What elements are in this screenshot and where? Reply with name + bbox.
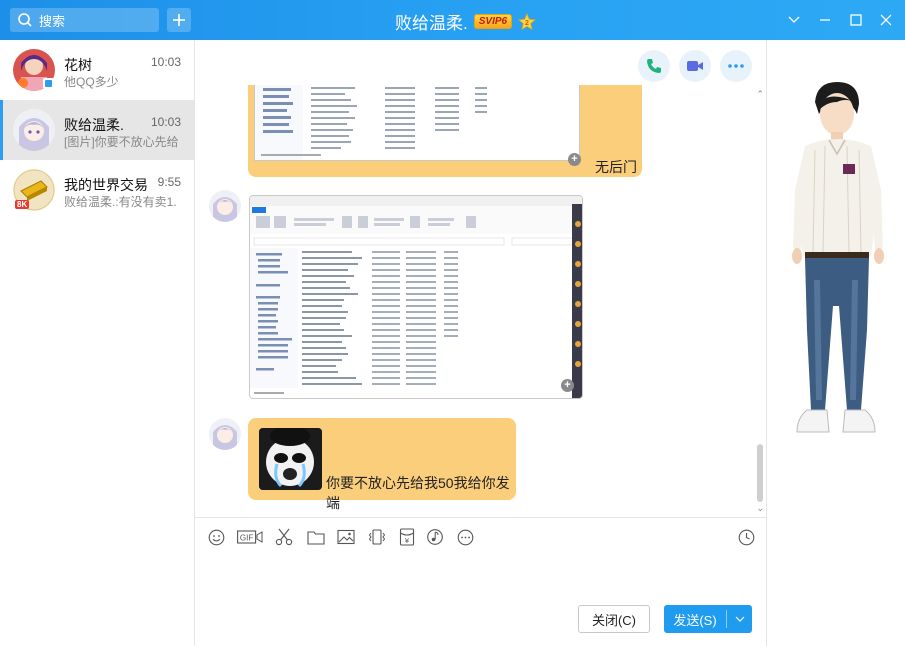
svg-text:GIF: GIF (240, 533, 253, 542)
music-button[interactable] (425, 527, 445, 547)
gif-icon: GIF (237, 530, 263, 544)
chat-panel: + 无后门 + 你要不放心先给我50我给你发端 ⌃ ⌄ GIF ¥ 关闭(C) … (195, 40, 766, 646)
message-bubble: 你要不放心先给我50我给你发端 (248, 418, 516, 511)
music-icon (427, 529, 443, 545)
conversation-preview: 败给温柔.:有没有卖1. (64, 195, 177, 209)
red-packet-icon: ¥ (399, 528, 415, 546)
svip-badge[interactable]: SVIP6 (473, 14, 513, 29)
conversation-item[interactable]: 花树 10:03 他QQ多少 (0, 40, 195, 100)
add-button[interactable] (167, 8, 191, 32)
send-button[interactable]: 发送(S) (664, 605, 752, 633)
sender-avatar[interactable] (209, 190, 241, 222)
plus-icon (173, 14, 185, 26)
dropdown-window-button[interactable] (784, 10, 804, 30)
add-emoticon-icon[interactable]: + (568, 153, 581, 166)
message-list: + 无后门 + 你要不放心先给我50我给你发端 ⌃ ⌄ (195, 85, 766, 515)
minimize-button[interactable] (815, 10, 835, 30)
message-history-button[interactable] (736, 527, 756, 547)
more-options-button[interactable] (720, 50, 752, 82)
close-window-button[interactable] (876, 10, 896, 30)
red-packet-button[interactable]: ¥ (397, 527, 417, 547)
emoji-icon (208, 529, 224, 545)
scroll-up-icon[interactable]: ⌃ (756, 89, 764, 100)
phone-icon (647, 59, 661, 73)
more-dots-icon (728, 64, 744, 68)
qq-show-figure[interactable] (767, 80, 905, 460)
close-chat-button[interactable]: 关闭(C) (578, 605, 650, 633)
conversation-name: 败给温柔. (64, 117, 124, 133)
message-image[interactable] (254, 85, 580, 161)
folder-icon (307, 531, 325, 545)
group-badge: 8K (15, 200, 30, 209)
online-status-icon (43, 78, 54, 89)
contact-show-panel (766, 40, 905, 646)
video-call-button[interactable] (679, 50, 711, 82)
send-image-button[interactable] (336, 527, 356, 547)
add-emoticon-icon[interactable]: + (561, 379, 574, 392)
chevron-down-icon (788, 16, 800, 23)
chevron-down-icon (735, 616, 744, 622)
chat-title-group: 败给温柔. SVIP6 2 (395, 9, 537, 34)
message-bubble: + 无后门 (248, 85, 642, 177)
voice-call-button[interactable] (638, 50, 670, 82)
video-camera-icon (687, 61, 703, 71)
close-icon (880, 14, 892, 26)
avatar (13, 109, 55, 151)
messages-scrollbar[interactable] (757, 444, 763, 502)
chat-title[interactable]: 败给温柔. (395, 9, 468, 34)
message-image[interactable] (259, 428, 322, 490)
send-label: 发送(S) (673, 612, 717, 628)
message-input[interactable] (195, 553, 766, 603)
level-number: 2 (525, 20, 529, 27)
conversation-name: 花树 (64, 57, 92, 73)
more-tools-button[interactable] (455, 527, 475, 547)
maximize-button[interactable] (846, 10, 866, 30)
message-text: 你要不放心先给我50我给你发端 (326, 475, 510, 511)
conversation-name: 我的世界交易 (64, 177, 148, 193)
search-placeholder: 搜索 (39, 13, 66, 29)
conversation-preview: 他QQ多少 (64, 75, 119, 89)
minimize-icon (820, 19, 830, 21)
message-text: 无后门 (595, 159, 637, 175)
image-icon (337, 529, 355, 545)
conversation-item[interactable]: 8K 我的世界交易 9:55 败给温柔.:有没有卖1. (0, 160, 195, 220)
sender-avatar[interactable] (209, 418, 241, 450)
conversation-time: 9:55 (157, 175, 181, 189)
conversation-time: 10:03 (150, 55, 181, 69)
input-toolbar: GIF ¥ (195, 517, 766, 553)
more-icon (457, 529, 473, 545)
svg-text:¥: ¥ (405, 537, 410, 545)
conversation-item-selected[interactable]: 败给温柔. 10:03 [图片]你要不放心先给 (0, 100, 195, 160)
conversation-time: 10:03 (150, 115, 181, 129)
search-icon (18, 13, 32, 27)
scroll-down-icon[interactable]: ⌄ (756, 503, 764, 514)
scissors-icon (275, 528, 293, 546)
screenshot-button[interactable] (274, 527, 294, 547)
message-image[interactable] (249, 195, 583, 399)
emoji-button[interactable] (206, 527, 226, 547)
level-star-icon[interactable]: 2 (518, 12, 537, 31)
shake-window-button[interactable] (367, 527, 387, 547)
send-options-button[interactable] (727, 616, 752, 622)
clock-history-icon (738, 529, 754, 545)
maximize-icon (850, 14, 862, 26)
send-file-button[interactable] (306, 527, 326, 547)
title-bar: 搜索 败给温柔. SVIP6 2 (0, 0, 905, 40)
shake-icon (368, 529, 386, 545)
conversation-list: 花树 10:03 他QQ多少 败给温柔. 10:03 [图片]你要不放心先给 8… (0, 40, 195, 646)
gif-button[interactable]: GIF (237, 527, 263, 547)
conversation-preview: [图片]你要不放心先给 (64, 135, 179, 149)
search-box[interactable]: 搜索 (10, 8, 159, 32)
